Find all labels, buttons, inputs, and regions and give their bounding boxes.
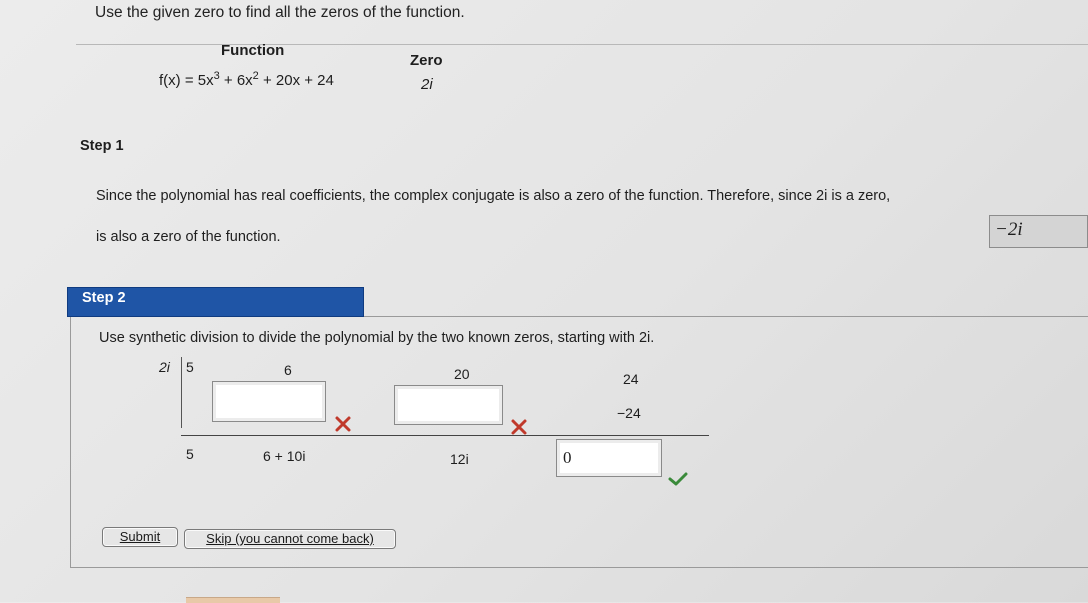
step1-explanation-line1: Since the polynomial has real coefficien… xyxy=(96,188,891,204)
step1-label: Step 1 xyxy=(80,138,124,154)
problem-instruction: Use the given zero to find all the zeros… xyxy=(95,4,465,21)
incorrect-x-icon xyxy=(335,416,351,432)
middle-row-input-2[interactable] xyxy=(394,385,503,425)
given-zero: 2i xyxy=(421,76,433,93)
conjugate-answer-value: −2i xyxy=(995,219,1023,240)
incorrect-x-icon xyxy=(511,419,527,435)
correct-check-icon xyxy=(668,472,688,486)
function-expr-suffix: + 20x + 24 xyxy=(258,72,334,89)
result-value-1: 5 xyxy=(186,446,194,462)
skip-button[interactable]: Skip (you cannot come back) xyxy=(184,529,396,549)
coefficient-1: 5 xyxy=(186,359,194,375)
middle-row-given-value: −24 xyxy=(617,405,641,421)
function-expr-prefix: f(x) = 5x xyxy=(159,72,214,89)
submit-button[interactable]: Submit xyxy=(102,527,178,547)
function-header: Function xyxy=(221,42,285,59)
zero-header: Zero xyxy=(410,52,443,69)
synthetic-divisor: 2i xyxy=(159,359,170,375)
step2-label: Step 2 xyxy=(82,290,126,306)
step2-instruction: Use synthetic division to divide the pol… xyxy=(99,330,655,346)
remainder-value: 0 xyxy=(563,448,572,467)
middle-row-input-1[interactable] xyxy=(212,381,326,422)
coefficient-2: 6 xyxy=(284,362,292,378)
bottom-edge-element xyxy=(186,597,280,603)
function-expr-mid: + 6x xyxy=(219,72,253,89)
remainder-input[interactable] xyxy=(556,439,662,477)
result-value-3: 12i xyxy=(450,451,469,467)
coefficient-4: 24 xyxy=(623,371,639,387)
step1-explanation-line2: is also a zero of the function. xyxy=(96,229,281,245)
result-value-2: 6 + 10i xyxy=(263,448,306,464)
function-expression: f(x) = 5x3 + 6x2 + 20x + 24 xyxy=(159,70,334,89)
division-bar xyxy=(181,357,182,428)
coefficient-3: 20 xyxy=(454,366,470,382)
division-line xyxy=(181,435,709,436)
